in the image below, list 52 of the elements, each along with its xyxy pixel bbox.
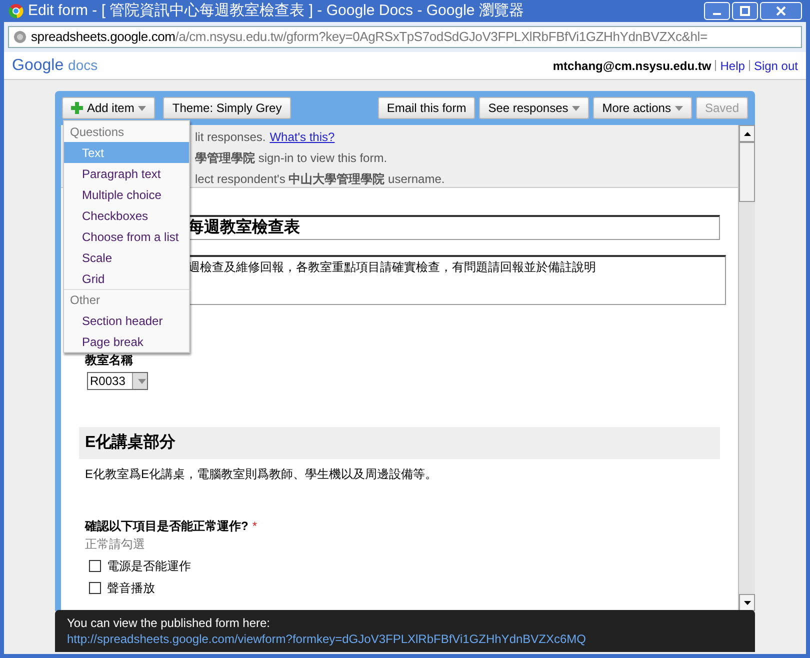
banner-text: You can view the published form here:: [67, 616, 270, 630]
caret-icon: [138, 378, 146, 384]
question-title: 確認以下項目是否能正常運作?: [85, 518, 248, 535]
question-help: 正常請勾選: [85, 536, 146, 553]
menu-header: Other: [64, 289, 189, 310]
section-header: E化講桌部分: [79, 427, 720, 459]
caret-icon: [572, 106, 580, 110]
address-field[interactable]: spreadsheets.google.com/a/cm.nsysu.edu.tw/gform?key=0AgRSxTpS7odSdGJoV3FPLXlRbFBfVi1GZHhYdnBVZXc&hl=: [8, 26, 802, 48]
minimize-button[interactable]: [704, 2, 730, 20]
room-select[interactable]: R0033: [87, 372, 148, 390]
close-icon: [776, 6, 786, 16]
header-link[interactable]: Help: [720, 56, 745, 74]
toolbar-button[interactable]: More actions: [593, 97, 692, 119]
menu-item[interactable]: Section header: [64, 310, 189, 331]
maximize-icon: [740, 6, 750, 16]
toolbar-button[interactable]: Add item: [62, 97, 156, 119]
minimize-icon: [713, 13, 721, 15]
menu-header: Questions: [69, 124, 126, 140]
toolbar-button[interactable]: Theme: Simply Grey: [163, 97, 291, 119]
checkbox[interactable]: [89, 560, 101, 572]
menu-item[interactable]: Multiple choice: [64, 184, 189, 205]
menu-item[interactable]: Page break: [64, 331, 189, 352]
caret-icon: [674, 106, 683, 110]
header-link[interactable]: Sign out: [754, 56, 798, 74]
published-form-link[interactable]: http://spreadsheets.google.com/viewform?formkey=dGJoV3FPLXlRbFBfVi1GZHhYdnBVZXc6MQ: [67, 631, 743, 647]
scrollbar[interactable]: [738, 125, 755, 611]
user-email: mtchang@cm.nsysu.edu.tw: [552, 58, 712, 74]
notice-text: lit responses.: [195, 128, 266, 146]
checkbox[interactable]: [89, 582, 101, 594]
globe-icon: [13, 30, 27, 44]
required-mark: *: [252, 518, 258, 535]
browser-logo-icon: [8, 3, 24, 19]
address-text: spreadsheets.google.com/a/cm.nsysu.edu.tw/gform?key=0AgRSxTpS7odSdGJoV3FPLXlRbFBfVi1GZHhYdnBVZXc&hl=: [31, 28, 708, 46]
scrollbar-thumb[interactable]: [739, 142, 755, 202]
caret-icon: [138, 106, 146, 110]
plus-icon: [71, 102, 83, 114]
option-label: 聲音播放: [107, 580, 155, 597]
option-label: 電源是否能運作: [107, 558, 191, 575]
toolbar-button[interactable]: See responses: [479, 97, 590, 119]
notice-text: lect respondent's 中山大學管理學院 username.: [195, 170, 445, 188]
maximize-button[interactable]: [732, 2, 758, 20]
scroll-up-icon: [744, 132, 750, 136]
close-button[interactable]: [760, 2, 802, 20]
scroll-down-icon: [744, 600, 750, 604]
notice-text: 學管理學院 sign-in to view this form.: [195, 150, 388, 166]
toolbar-button[interactable]: Email this form: [378, 97, 476, 119]
whats-this-link[interactable]: What's this?: [270, 128, 335, 146]
docs-logo: Google docs: [12, 56, 98, 76]
section-description: E化教室爲E化講桌，電腦教室則爲教師、學生機以及周邊設備等。: [85, 466, 438, 483]
menu-item[interactable]: Paragraph text: [64, 163, 189, 184]
window-title: Edit form - [ 管院資訊中心每週教室檢查表 ] - Google Docs - Google 瀏覽器: [28, 0, 525, 21]
field-label: 教室名稱: [85, 352, 134, 369]
